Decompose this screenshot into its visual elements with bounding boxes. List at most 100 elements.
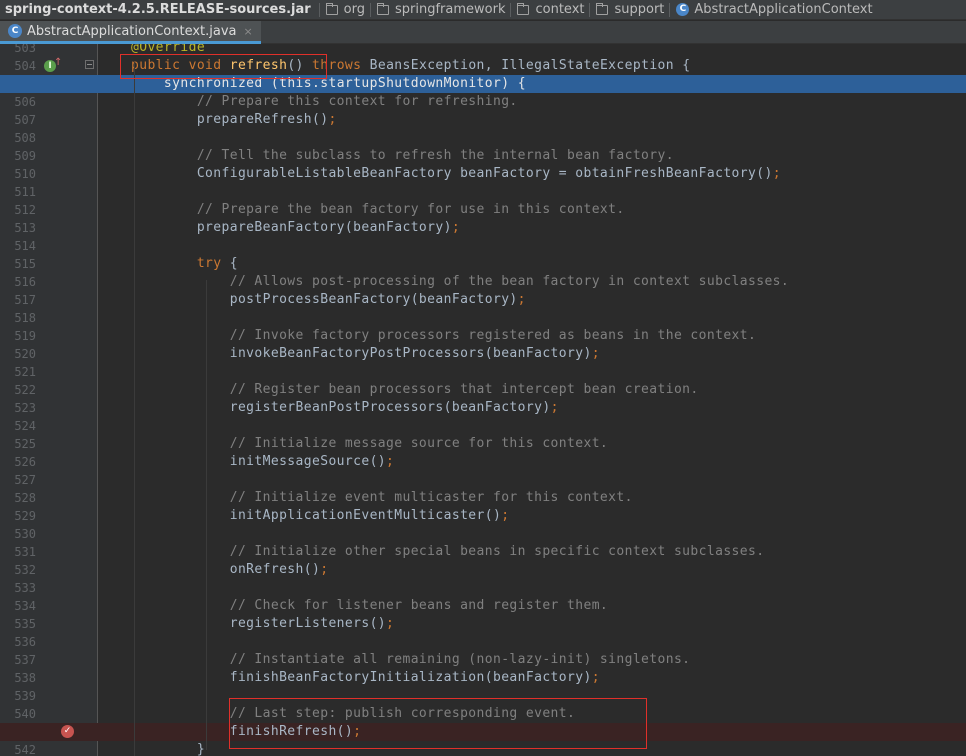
code-token: registerListeners() <box>131 616 387 631</box>
code-token: ; <box>772 166 781 181</box>
code-text: registerBeanPostProcessors(beanFactory); <box>131 399 559 417</box>
code-token: // Instantiate all remaining (non-lazy-i… <box>131 652 691 667</box>
breadcrumb-item-abstractapplicationcontext[interactable]: C AbstractApplicationContext <box>667 0 875 19</box>
code-line[interactable]: postProcessBeanFactory(beanFactory); <box>0 291 966 309</box>
fold-icon[interactable] <box>85 60 94 69</box>
close-icon[interactable]: × <box>244 25 253 38</box>
code-text: synchronized (this.startupShutdownMonito… <box>131 75 526 93</box>
code-token: { <box>229 256 238 271</box>
code-line[interactable]: // Check for listener beans and register… <box>0 597 966 615</box>
code-text: onRefresh(); <box>131 561 328 579</box>
code-text: ConfigurableListableBeanFactory beanFact… <box>131 165 781 183</box>
code-line[interactable] <box>0 633 966 651</box>
code-token: finishBeanFactoryInitialization(beanFact… <box>131 670 592 685</box>
code-token: ; <box>328 112 337 127</box>
code-text: registerListeners(); <box>131 615 394 633</box>
tab-abstract-application-context[interactable]: C AbstractApplicationContext.java × <box>0 21 261 44</box>
code-line[interactable] <box>0 363 966 381</box>
code-line[interactable]: // Tell the subclass to refresh the inte… <box>0 147 966 165</box>
code-token: ) { <box>501 76 526 91</box>
code-token: postProcessBeanFactory(beanFactory) <box>131 292 518 307</box>
code-token: initApplicationEventMulticaster() <box>131 508 502 523</box>
code-line[interactable]: @Override <box>0 44 966 57</box>
code-line[interactable]: initApplicationEventMulticaster(); <box>0 507 966 525</box>
code-text: // Initialize other special beans in spe… <box>131 543 764 561</box>
code-line[interactable] <box>0 237 966 255</box>
code-line[interactable] <box>0 471 966 489</box>
code-editor[interactable]: 5035045055065075085095105115125135145155… <box>0 44 966 756</box>
code-line[interactable] <box>0 129 966 147</box>
code-token: initMessageSource() <box>131 454 387 469</box>
code-line[interactable]: onRefresh(); <box>0 561 966 579</box>
code-token: ( <box>270 76 280 91</box>
editor-tab-bar: C AbstractApplicationContext.java × <box>0 21 966 44</box>
code-line[interactable] <box>0 417 966 435</box>
code-line[interactable]: // Initialize message source for this co… <box>0 435 966 453</box>
code-line[interactable]: } <box>0 741 966 756</box>
breadcrumb-item-springframework[interactable]: springframework <box>368 0 508 19</box>
code-line[interactable] <box>0 579 966 597</box>
code-token: synchronized <box>131 76 271 91</box>
code-line[interactable]: // Register bean processors that interce… <box>0 381 966 399</box>
code-line[interactable] <box>0 309 966 327</box>
breadcrumb-separator <box>318 2 320 17</box>
code-line[interactable]: // Allows post-processing of the bean fa… <box>0 273 966 291</box>
code-line[interactable]: registerListeners(); <box>0 615 966 633</box>
code-token: // Allows post-processing of the bean fa… <box>131 274 790 289</box>
code-token: refresh <box>229 58 288 73</box>
code-token: ; <box>386 616 395 631</box>
code-line[interactable]: // Prepare this context for refreshing. <box>0 93 966 111</box>
code-token: // Check for listener beans and register… <box>131 598 609 613</box>
breadcrumb-separator <box>370 2 371 17</box>
code-token: void <box>188 58 230 73</box>
breadcrumb-item-org[interactable]: org <box>317 0 368 19</box>
code-line[interactable]: // Invoke factory processors registered … <box>0 327 966 345</box>
code-token: ; <box>386 454 395 469</box>
code-token: prepareBeanFactory(beanFactory) <box>131 220 452 235</box>
code-line[interactable]: invokeBeanFactoryPostProcessors(beanFact… <box>0 345 966 363</box>
code-token: @Override <box>131 44 206 55</box>
code-token: } <box>131 742 206 756</box>
code-line[interactable]: finishBeanFactoryInitialization(beanFact… <box>0 669 966 687</box>
breadcrumb-item-support[interactable]: support <box>587 0 667 19</box>
code-line[interactable]: public void refresh() throws BeansExcept… <box>0 57 966 75</box>
breakpoint-icon[interactable]: ✓ <box>61 725 74 738</box>
code-line[interactable]: // Initialize event multicaster for this… <box>0 489 966 507</box>
code-line[interactable]: try { <box>0 255 966 273</box>
breadcrumb-label: support <box>614 2 665 17</box>
code-line[interactable]: ConfigurableListableBeanFactory beanFact… <box>0 165 966 183</box>
code-text: prepareBeanFactory(beanFactory); <box>131 219 460 237</box>
code-line[interactable]: initMessageSource(); <box>0 453 966 471</box>
code-line[interactable] <box>0 687 966 705</box>
code-token: // Tell the subclass to refresh the inte… <box>131 148 674 163</box>
code-text: // Initialize message source for this co… <box>131 435 608 453</box>
breadcrumb-item-context[interactable]: context <box>508 0 587 19</box>
breadcrumb-separator <box>669 2 671 17</box>
code-line[interactable]: // Initialize other special beans in spe… <box>0 543 966 561</box>
code-line[interactable]: // Last step: publish corresponding even… <box>0 705 966 723</box>
code-token: ; <box>517 292 526 307</box>
up-arrow-icon: ↑ <box>54 57 63 68</box>
code-text: // Last step: publish corresponding even… <box>131 705 575 723</box>
breadcrumb-label: springframework <box>395 2 506 17</box>
folder-icon <box>596 2 609 15</box>
code-text: prepareRefresh(); <box>131 111 337 129</box>
code-line[interactable]: synchronized (this.startupShutdownMonito… <box>0 75 966 93</box>
code-line[interactable]: finishRefresh(); <box>0 723 966 741</box>
code-text: // Check for listener beans and register… <box>131 597 608 615</box>
code-text: postProcessBeanFactory(beanFactory); <box>131 291 526 309</box>
code-token: // Invoke factory processors registered … <box>131 328 757 343</box>
code-token: invokeBeanFactoryPostProcessors(beanFact… <box>131 346 592 361</box>
code-line[interactable]: prepareBeanFactory(beanFactory); <box>0 219 966 237</box>
code-token: finishRefresh() <box>131 724 354 739</box>
code-line[interactable]: registerBeanPostProcessors(beanFactory); <box>0 399 966 417</box>
code-line[interactable] <box>0 525 966 543</box>
code-token: public <box>131 58 189 73</box>
breadcrumb-item-spring-context-4-2-5-release-sources-jar[interactable]: spring-context-4.2.5.RELEASE-sources.jar <box>0 0 317 19</box>
code-line[interactable]: prepareRefresh(); <box>0 111 966 129</box>
navigation-bar: spring-context-4.2.5.RELEASE-sources.jar… <box>0 0 966 20</box>
breadcrumb-label: spring-context-4.2.5.RELEASE-sources.jar <box>5 2 311 17</box>
code-line[interactable]: // Instantiate all remaining (non-lazy-i… <box>0 651 966 669</box>
code-line[interactable] <box>0 183 966 201</box>
code-line[interactable]: // Prepare the bean factory for use in t… <box>0 201 966 219</box>
